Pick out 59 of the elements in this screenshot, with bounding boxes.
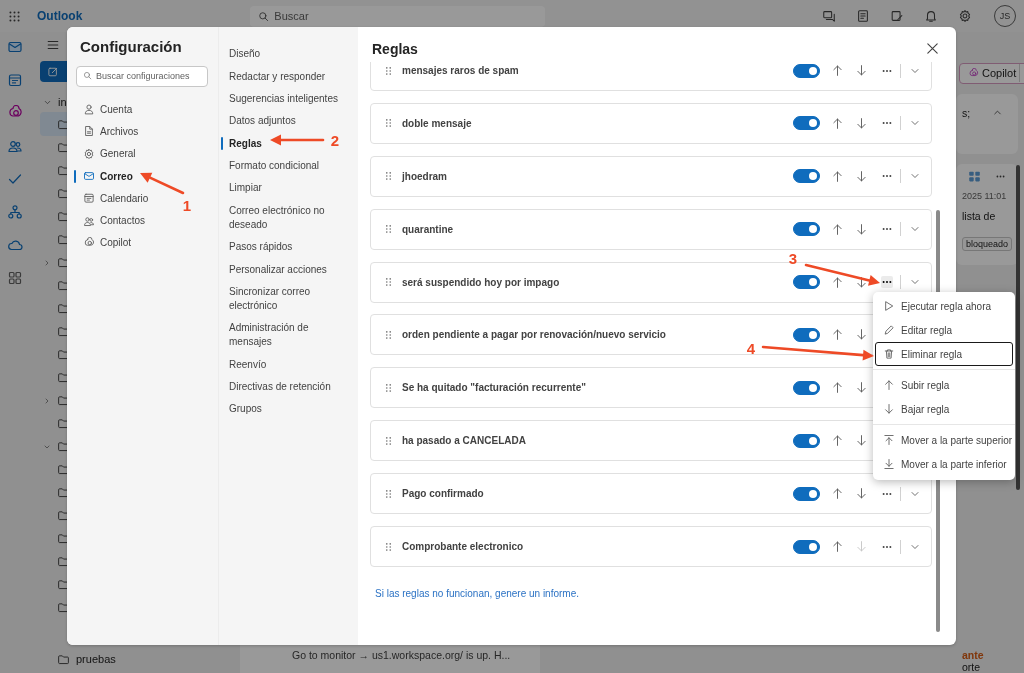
rule-name: mensajes raros de spam: [402, 65, 519, 76]
annotation-number: 1: [182, 197, 192, 214]
message-date: 2025 11:01: [962, 190, 1007, 201]
search-field[interactable]: Buscar configuraciones: [76, 65, 208, 87]
menu-item[interactable]: Mover a la parte superior: [875, 428, 1013, 452]
category-item[interactable]: Cuenta: [83, 103, 133, 116]
section-item[interactable]: Reglas: [229, 136, 262, 151]
pane-title: Reglas: [372, 40, 418, 57]
section-item[interactable]: Correo electrónico no deseado: [229, 203, 351, 232]
menu-item[interactable]: Ejecutar regla ahora: [875, 294, 1013, 318]
rule-name: ha pasado a CANCELADA: [402, 435, 526, 447]
rule-name: jhoedram: [402, 170, 447, 182]
section-item[interactable]: Sugerencias inteligentes: [229, 91, 338, 106]
category-item[interactable]: Correo: [83, 170, 133, 183]
report-link[interactable]: Si las reglas no funcionan, genere un informe.: [375, 588, 579, 599]
section-item[interactable]: Administración de mensajes: [229, 321, 351, 350]
category-item[interactable]: Calendario: [83, 192, 149, 205]
category-item[interactable]: Archivos: [83, 125, 139, 138]
section-item[interactable]: Diseño: [229, 47, 261, 62]
section-item[interactable]: Datos adjuntos: [229, 114, 296, 129]
menu-item[interactable]: Eliminar regla: [875, 342, 1013, 366]
message-preview: Go to monitor → us1.workspace.org/ is up. H...: [292, 649, 512, 661]
rule-name: quarantine: [402, 223, 454, 235]
rule-name: doble mensaje: [402, 117, 472, 129]
section-item[interactable]: Sincronizar correo electrónico: [229, 284, 351, 313]
copilot-button[interactable]: Copilot: [959, 63, 1024, 84]
rule-name: Comprobante electronico: [402, 541, 524, 552]
body-text: orte: [962, 661, 981, 673]
menu-item[interactable]: Bajar regla: [875, 397, 1013, 421]
section-item[interactable]: Limpiar: [229, 181, 262, 196]
section-item[interactable]: Pasos rápidos: [229, 240, 293, 255]
highlighted-text: ante: [962, 649, 984, 661]
menu-item[interactable]: Subir regla: [875, 373, 1013, 397]
category-item[interactable]: Contactos: [83, 214, 146, 227]
app-name: Outlook: [37, 9, 83, 23]
section-item[interactable]: Personalizar acciones: [229, 262, 327, 277]
annotation-number: 2: [330, 132, 340, 149]
annotation-number: 3: [788, 250, 798, 267]
rule-name: Pago confirmado: [402, 488, 484, 500]
dialog-title: Configuración: [80, 38, 183, 55]
section-item[interactable]: Reenvío: [229, 357, 267, 372]
rule-name: será suspendido hoy por impago: [402, 276, 560, 288]
section-item[interactable]: Redactar y responder: [229, 69, 326, 84]
category-item[interactable]: Copilot: [83, 236, 132, 249]
rule-name: Se ha quitado "facturación recurrente": [402, 382, 586, 394]
section-item[interactable]: Grupos: [229, 402, 262, 417]
annotation-number: 4: [746, 340, 756, 357]
message-tag: bloqueado: [962, 236, 1013, 251]
folder-label[interactable]: pruebas: [76, 653, 116, 665]
folder-label[interactable]: in: [58, 96, 67, 108]
section-item[interactable]: Formato condicional: [229, 159, 320, 174]
card-text: s;: [962, 106, 971, 119]
category-item[interactable]: General: [83, 147, 136, 160]
search-field[interactable]: Buscar: [250, 5, 546, 27]
section-item[interactable]: Directivas de retención: [229, 380, 331, 395]
menu-item[interactable]: Mover a la parte inferior: [875, 452, 1013, 476]
menu-item[interactable]: Editar regla: [875, 318, 1013, 342]
message-text: lista de: [962, 209, 996, 222]
rule-name: orden pendiente a pagar por renovación/nuevo servicio: [402, 329, 666, 341]
